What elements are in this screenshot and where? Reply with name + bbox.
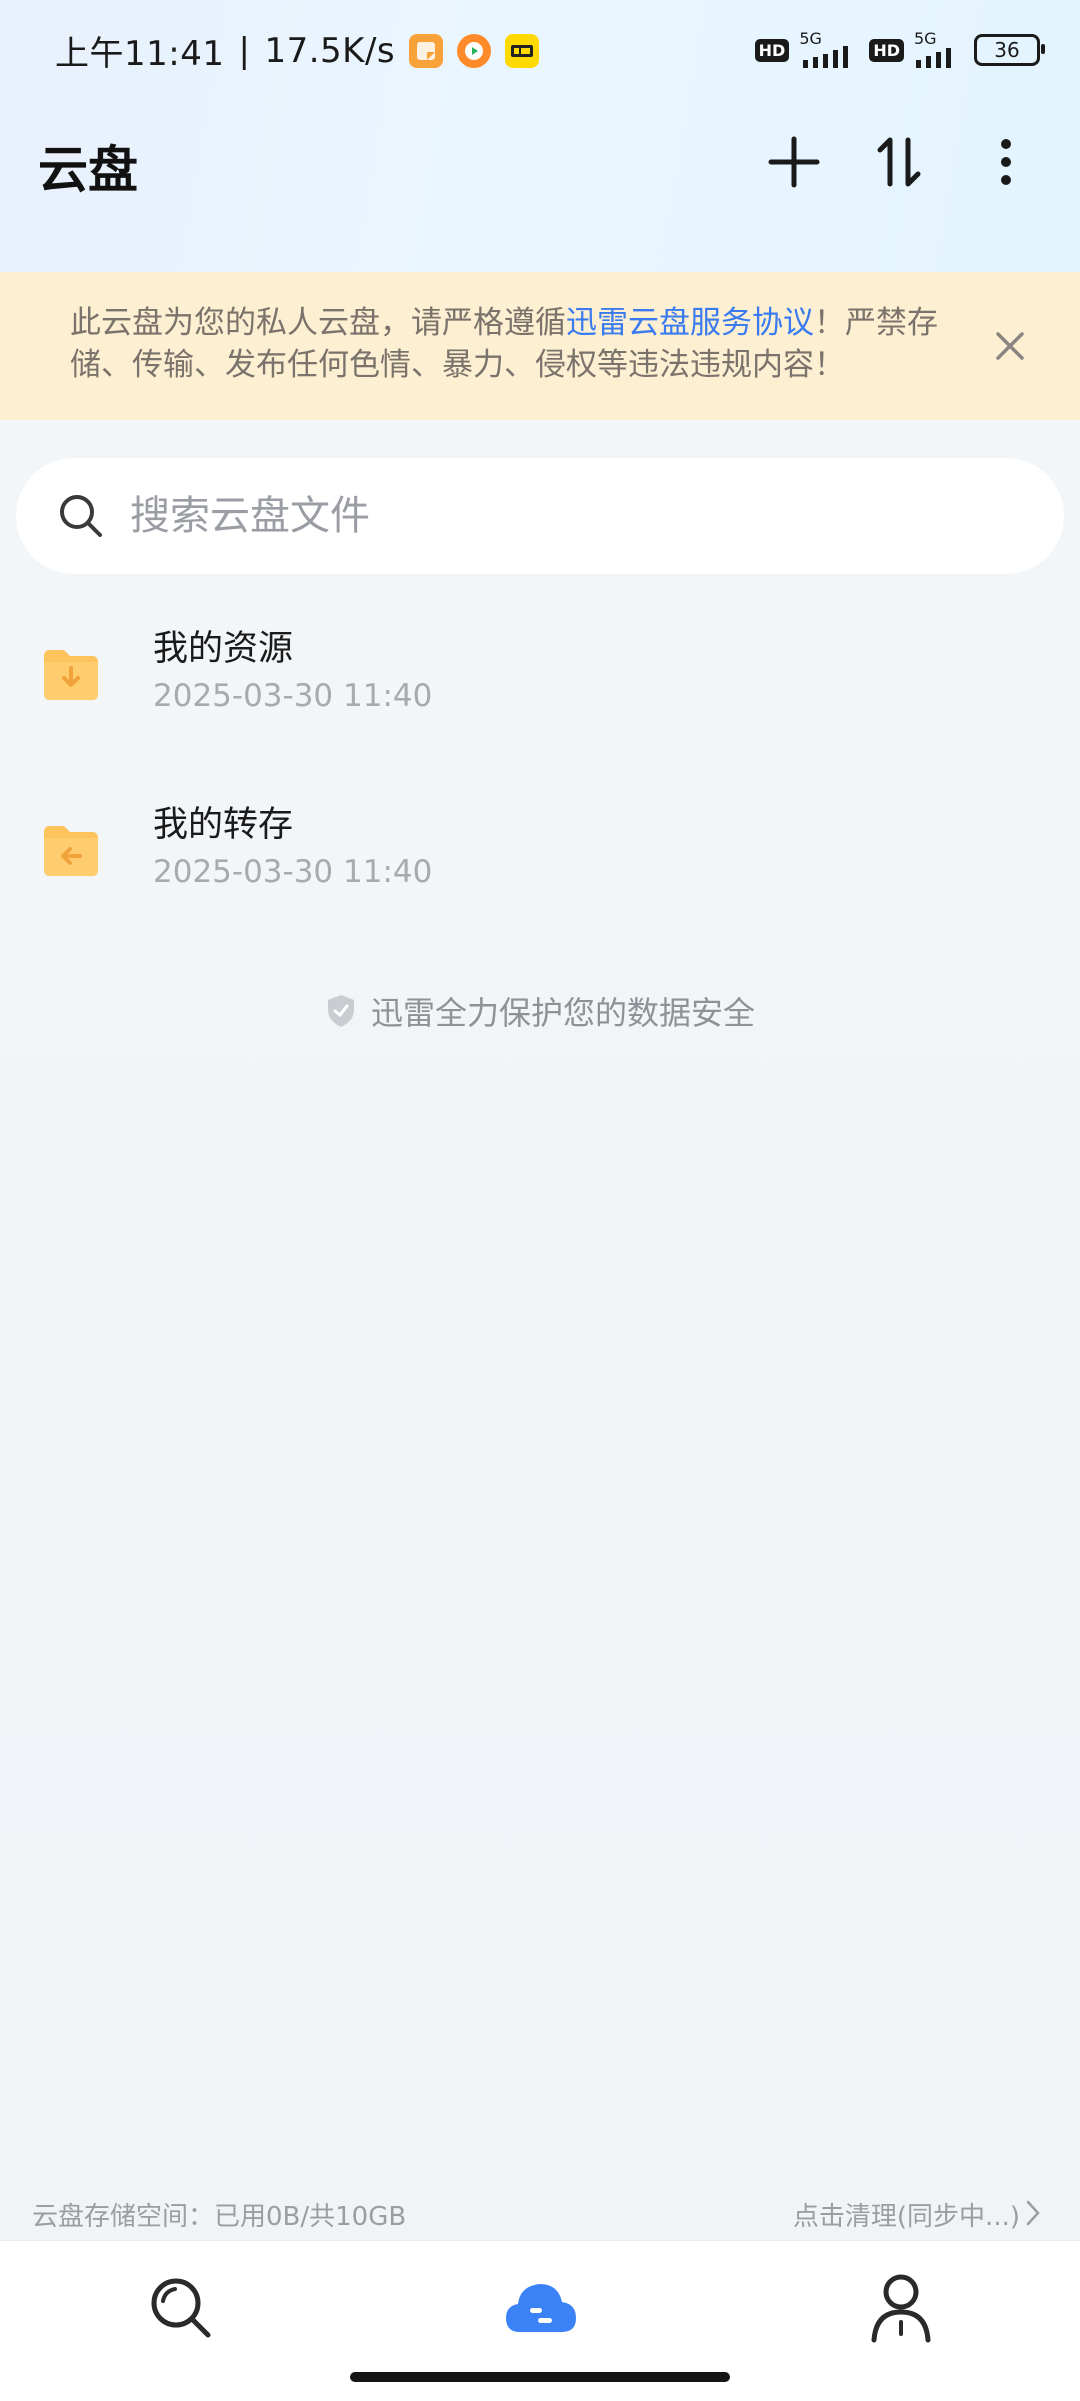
news-app-icon: [505, 33, 540, 68]
shield-icon: [327, 995, 354, 1027]
file-name: 我的资源: [153, 629, 294, 669]
storage-bar: 云盘存储空间：已用0B/共10GB 点击清理(同步中...): [0, 2190, 1080, 2236]
nav-cloud[interactable]: [495, 2263, 585, 2353]
notice-text-before: 此云盘为您的私人云盘，请严格遵循: [70, 305, 566, 341]
status-separator: |: [238, 30, 251, 71]
file-date: 2025-03-30 11:40: [153, 678, 433, 714]
signal-icon-2: 5G: [914, 29, 964, 68]
status-time: 上午11:41: [55, 34, 225, 74]
folder-download-icon: [44, 650, 98, 700]
close-icon[interactable]: [988, 324, 1032, 368]
network-type: 5G: [799, 29, 822, 48]
status-bar: 上午11:41 | 17.5K/s HD 5G HD 5G 36: [0, 0, 1080, 100]
notes-app-icon: [409, 33, 444, 68]
plus-icon: [768, 136, 820, 188]
battery-icon: 36: [974, 34, 1045, 66]
list-item[interactable]: 我的资源 2025-03-30 11:40: [0, 612, 1080, 762]
file-name: 我的转存: [153, 805, 294, 845]
hd-badge: HD: [754, 38, 790, 62]
battery-level: 36: [994, 38, 1020, 62]
search-icon: [60, 495, 102, 537]
hd-badge-2: HD: [869, 38, 904, 62]
signal-icon: 5G: [799, 29, 859, 68]
nav-discover[interactable]: [136, 2263, 226, 2353]
notice-banner: 此云盘为您的私人云盘，请严格遵循迅雷云盘服务协议！严禁存储、传输、发布任何色情、…: [0, 272, 1080, 420]
video-app-icon: [457, 33, 492, 68]
file-date: 2025-03-30 11:40: [153, 854, 433, 890]
chevron-right-icon[interactable]: [1022, 2198, 1044, 2228]
status-right: HD 5G HD 5G 36: [754, 29, 1045, 68]
cloud-drive-icon: [506, 2284, 576, 2332]
security-note: 迅雷全力保护您的数据安全: [0, 988, 1080, 1034]
status-left: 上午11:41 | 17.5K/s: [55, 26, 540, 75]
more-vertical-icon: [1001, 139, 1011, 185]
home-indicator[interactable]: [350, 2372, 730, 2382]
folder-transfer-icon: [44, 826, 98, 876]
network-type-2: 5G: [914, 29, 937, 48]
search-input[interactable]: [128, 492, 1012, 540]
discover-search-icon: [151, 2278, 211, 2338]
app-header: 云盘: [0, 110, 1080, 220]
network-speed: 17.5K/s: [264, 30, 396, 71]
user-icon: [871, 2274, 931, 2343]
nav-profile[interactable]: [856, 2263, 946, 2353]
search-bar[interactable]: [16, 458, 1064, 574]
service-agreement-link[interactable]: 迅雷云盘服务协议: [566, 305, 814, 341]
page-title: 云盘: [38, 141, 138, 199]
cleanup-link[interactable]: 点击清理(同步中...): [793, 2196, 1020, 2233]
sort-icon: [877, 137, 921, 187]
notice-text: 此云盘为您的私人云盘，请严格遵循迅雷云盘服务协议！严禁存储、传输、发布任何色情、…: [70, 302, 950, 386]
sort-button[interactable]: [860, 122, 940, 202]
list-item[interactable]: 我的转存 2025-03-30 11:40: [0, 788, 1080, 938]
security-text: 迅雷全力保护您的数据安全: [370, 994, 755, 1032]
add-button[interactable]: [754, 122, 834, 202]
more-button[interactable]: [966, 122, 1046, 202]
storage-usage: 云盘存储空间：已用0B/共10GB: [32, 2202, 407, 2232]
